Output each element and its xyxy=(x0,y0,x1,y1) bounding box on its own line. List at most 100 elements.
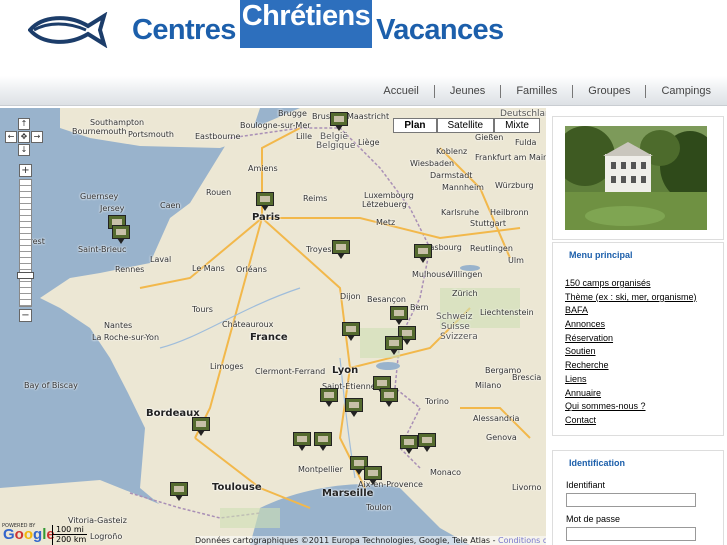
main-menu-title: Menu principal xyxy=(569,250,633,260)
camp-marker[interactable] xyxy=(345,398,363,418)
menu-item-qui-sommes-nous[interactable]: Qui sommes-nous ? xyxy=(565,400,723,414)
menu-item-reservation[interactable]: Réservation xyxy=(565,332,723,346)
label-monaco: Monaco xyxy=(430,468,462,477)
label-suisse: Suisse xyxy=(441,322,470,332)
label-reutlingen: Reutlingen xyxy=(470,244,513,253)
label-lemans: Le Mans xyxy=(192,264,225,273)
map-type-satellite-button[interactable]: Satellite xyxy=(436,118,495,133)
camp-marker[interactable] xyxy=(332,240,350,260)
label-bern: Bern xyxy=(410,303,429,312)
label-letzebuerg: Lëtzebuerg xyxy=(362,200,407,209)
label-bournemouth: Bournemouth xyxy=(72,127,127,136)
zoom-out-button[interactable]: − xyxy=(19,309,32,322)
menu-item-annuaire[interactable]: Annuaire xyxy=(565,387,723,401)
camp-marker[interactable] xyxy=(418,433,436,453)
pan-down-icon[interactable]: ↓ xyxy=(18,144,30,156)
map-scale-km: 200 km xyxy=(52,535,89,545)
zoom-slider[interactable] xyxy=(17,179,34,307)
camps-map[interactable]: Southampton Bournemouth Portsmouth Eastb… xyxy=(0,108,546,545)
nav-accueil[interactable]: Accueil xyxy=(368,85,433,98)
label-nantes: Nantes xyxy=(104,321,133,330)
label-livorno: Livorno xyxy=(512,483,542,492)
label-metz: Metz xyxy=(376,218,396,227)
brand-word-1: Centres xyxy=(132,14,236,46)
menu-item-recherche[interactable]: Recherche xyxy=(565,359,723,373)
label-vitoria: Vitoria-Gasteiz xyxy=(68,516,127,525)
label-schweiz: Schweiz xyxy=(436,312,473,322)
password-label: Mot de passe xyxy=(566,514,621,524)
zoom-slider-handle[interactable] xyxy=(17,272,34,279)
map-terms-link[interactable]: Conditions d'utilisation xyxy=(498,536,546,545)
nav-jeunes[interactable]: Jeunes xyxy=(433,84,500,98)
menu-item-soutien[interactable]: Soutien xyxy=(565,345,723,359)
nav-campings[interactable]: Campings xyxy=(645,84,727,98)
password-input[interactable] xyxy=(566,527,696,541)
camp-marker[interactable] xyxy=(380,388,398,408)
zoom-control: + − xyxy=(17,164,34,322)
login-label: Identifiant xyxy=(566,480,606,490)
pan-left-icon[interactable]: ← xyxy=(5,131,17,143)
label-mulhouse: Mulhouse xyxy=(412,270,451,279)
camp-marker[interactable] xyxy=(330,112,348,132)
menu-item-theme[interactable]: Thème (ex : ski, mer, organisme) xyxy=(565,291,723,305)
camp-marker[interactable] xyxy=(320,388,338,408)
camp-marker[interactable] xyxy=(400,435,418,455)
camp-marker[interactable] xyxy=(314,432,332,452)
label-torino: Torino xyxy=(425,397,449,406)
label-limoges: Limoges xyxy=(210,362,244,371)
map-type-plan-button[interactable]: Plan xyxy=(393,118,437,133)
menu-item-bafa[interactable]: BAFA xyxy=(565,304,723,318)
label-stuttgart: Stuttgart xyxy=(470,219,506,228)
login-input[interactable] xyxy=(566,493,696,507)
brand-word-3: Vacances xyxy=(376,14,504,46)
label-svizzera: Svizzera xyxy=(440,332,478,342)
camp-marker[interactable] xyxy=(385,336,403,356)
label-southampton: Southampton xyxy=(90,118,145,127)
map-type-mixte-button[interactable]: Mixte xyxy=(494,118,540,133)
label-darmstadt: Darmstadt xyxy=(430,171,473,180)
label-troyes: Troyes xyxy=(306,245,332,254)
label-koblenz: Koblenz xyxy=(436,147,468,156)
main-menu-list: 150 camps organisés Thème (ex : ski, mer… xyxy=(553,277,723,428)
nav-groupes[interactable]: Groupes xyxy=(572,84,645,98)
camp-marker[interactable] xyxy=(293,432,311,452)
label-zurich: Zürich xyxy=(452,289,478,298)
pan-center-icon[interactable]: ✥ xyxy=(18,131,30,143)
map-type-control: Plan Satellite Mixte xyxy=(393,118,540,133)
label-villingen: Villingen xyxy=(448,270,483,279)
menu-item-annonces[interactable]: Annonces xyxy=(565,318,723,332)
label-france: France xyxy=(250,332,288,343)
menu-item-contact[interactable]: Contact xyxy=(565,414,723,428)
ichthys-fish-icon[interactable] xyxy=(28,12,108,48)
label-besancon: Besançon xyxy=(367,295,406,304)
camp-marker[interactable] xyxy=(414,244,432,264)
site-brand[interactable]: Centres Chrétiens Vacances xyxy=(132,0,504,48)
label-ulm: Ulm xyxy=(508,256,524,265)
login-title: Identification xyxy=(569,458,625,468)
camp-marker[interactable] xyxy=(256,192,274,212)
label-reims: Reims xyxy=(303,194,328,203)
venue-photo[interactable] xyxy=(565,126,707,230)
zoom-in-button[interactable]: + xyxy=(19,164,32,177)
pan-right-icon[interactable]: → xyxy=(31,131,43,143)
camp-marker[interactable] xyxy=(342,322,360,342)
pan-up-icon[interactable]: ↑ xyxy=(18,118,30,130)
camp-marker[interactable] xyxy=(364,466,382,486)
sidebar: Menu principal 150 camps organisés Thème… xyxy=(550,108,727,545)
camp-marker[interactable] xyxy=(192,417,210,437)
google-logo[interactable]: Google xyxy=(3,526,55,543)
map-scale-miles: 100 mi xyxy=(52,525,87,535)
camp-marker[interactable] xyxy=(390,306,408,326)
camp-marker[interactable] xyxy=(170,482,188,502)
label-toulon: Toulon xyxy=(366,503,392,512)
camp-marker[interactable] xyxy=(112,225,130,245)
label-guernsey: Guernsey xyxy=(80,192,119,201)
label-luxembourg: Luxembourg xyxy=(364,191,414,200)
label-caen: Caen xyxy=(160,201,181,210)
label-jersey: Jersey xyxy=(100,204,125,213)
nav-familles[interactable]: Familles xyxy=(500,84,572,98)
menu-item-liens[interactable]: Liens xyxy=(565,373,723,387)
label-marseille: Marseille xyxy=(322,488,374,499)
label-wurzburg: Würzburg xyxy=(495,181,534,190)
menu-item-camps[interactable]: 150 camps organisés xyxy=(565,277,723,291)
